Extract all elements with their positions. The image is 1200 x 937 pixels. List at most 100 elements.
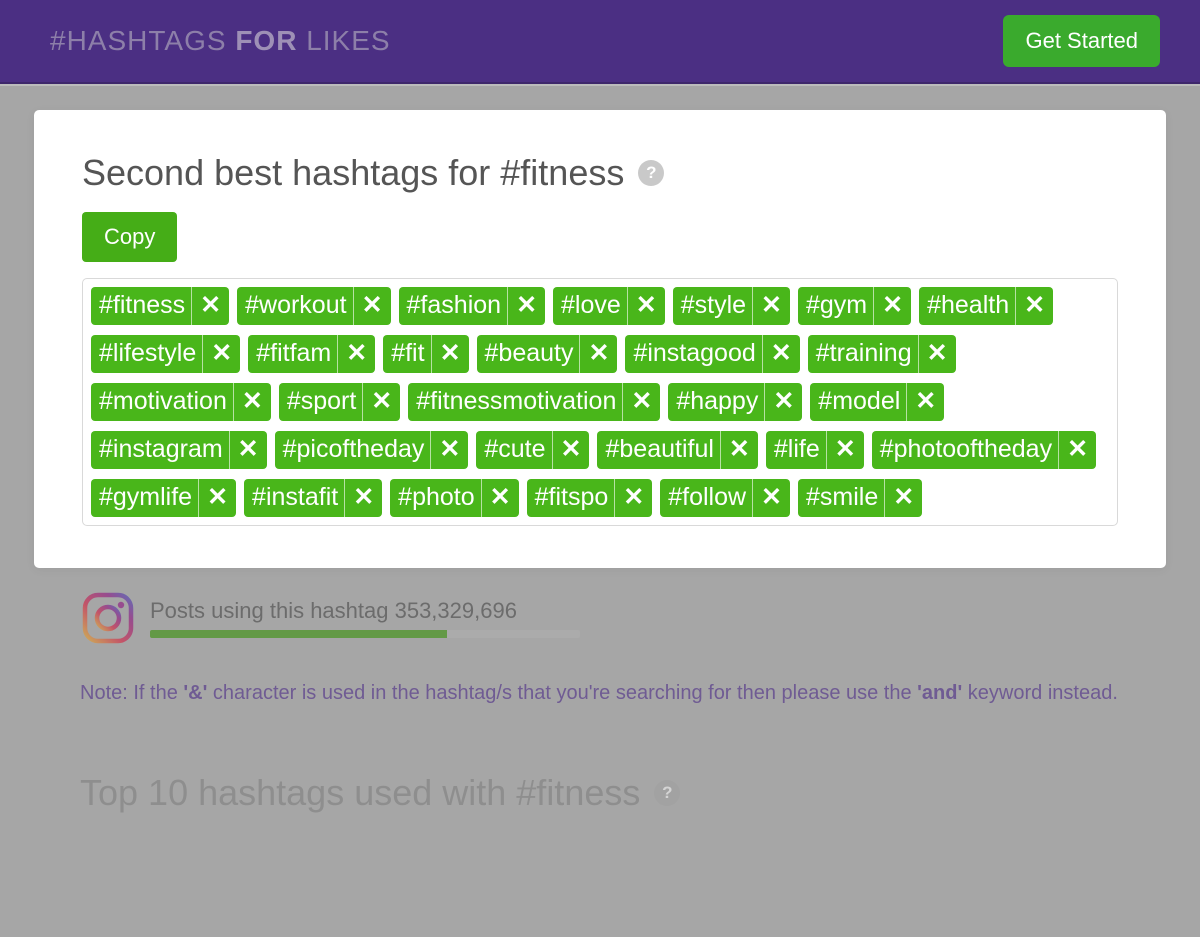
remove-icon[interactable]: ✕ [344, 479, 382, 517]
tag-box: #fitness✕#workout✕#fashion✕#love✕#style✕… [82, 278, 1118, 526]
hashtag-pill[interactable]: #happy✕ [668, 383, 802, 421]
note-p2: character is used in the hashtag/s that … [207, 682, 917, 704]
remove-icon[interactable]: ✕ [906, 383, 944, 421]
logo-prefix: #HASHTAGS [50, 25, 235, 56]
hashtag-label: #instagram [91, 431, 229, 469]
hashtag-label: #gym [798, 287, 873, 325]
hashtag-label: #follow [660, 479, 752, 517]
remove-icon[interactable]: ✕ [1015, 287, 1053, 325]
remove-icon[interactable]: ✕ [229, 431, 267, 469]
remove-icon[interactable]: ✕ [431, 335, 469, 373]
hashtag-pill[interactable]: #beautiful✕ [597, 431, 757, 469]
hashtag-label: #workout [237, 287, 352, 325]
remove-icon[interactable]: ✕ [481, 479, 519, 517]
hashtag-pill[interactable]: #style✕ [673, 287, 790, 325]
hashtag-pill[interactable]: #gym✕ [798, 287, 911, 325]
hashtag-pill[interactable]: #workout✕ [237, 287, 390, 325]
hashtag-pill[interactable]: #training✕ [808, 335, 956, 373]
posts-row: Posts using this hashtag 353,329,696 [80, 590, 1200, 646]
remove-icon[interactable]: ✕ [233, 383, 271, 421]
remove-icon[interactable]: ✕ [918, 335, 956, 373]
remove-icon[interactable]: ✕ [198, 479, 236, 517]
tag-list: #fitness✕#workout✕#fashion✕#love✕#style✕… [91, 287, 1109, 521]
remove-icon[interactable]: ✕ [720, 431, 758, 469]
note-b1: '&' [183, 682, 207, 704]
hashtag-pill[interactable]: #picoftheday✕ [275, 431, 469, 469]
remove-icon[interactable]: ✕ [362, 383, 400, 421]
hashtag-pill[interactable]: #fitfam✕ [248, 335, 375, 373]
hashtag-pill[interactable]: #instagood✕ [625, 335, 799, 373]
remove-icon[interactable]: ✕ [622, 383, 660, 421]
hashtag-pill[interactable]: #photooftheday✕ [872, 431, 1096, 469]
remove-icon[interactable]: ✕ [430, 431, 468, 469]
hashtag-label: #fitspo [527, 479, 615, 517]
remove-icon[interactable]: ✕ [552, 431, 590, 469]
hashtag-pill[interactable]: #health✕ [919, 287, 1053, 325]
remove-icon[interactable]: ✕ [337, 335, 375, 373]
help-icon[interactable]: ? [638, 160, 664, 186]
copy-button[interactable]: Copy [82, 212, 177, 262]
remove-icon[interactable]: ✕ [764, 383, 802, 421]
hashtag-label: #beautiful [597, 431, 719, 469]
hashtag-label: #gymlife [91, 479, 198, 517]
hashtag-label: #instagood [625, 335, 761, 373]
remove-icon[interactable]: ✕ [752, 287, 790, 325]
hashtag-label: #picoftheday [275, 431, 431, 469]
hashtag-pill[interactable]: #sport✕ [279, 383, 400, 421]
remove-icon[interactable]: ✕ [614, 479, 652, 517]
hashtag-label: #fashion [399, 287, 508, 325]
hashtag-label: #life [766, 431, 826, 469]
hashtag-card: Second best hashtags for #fitness ? Copy… [34, 110, 1166, 568]
hashtag-pill[interactable]: #fit✕ [383, 335, 468, 373]
hashtag-label: #sport [279, 383, 362, 421]
hashtag-pill[interactable]: #motivation✕ [91, 383, 271, 421]
note-text: Note: If the '&' character is used in th… [80, 676, 1120, 710]
hashtag-label: #fitnessmotivation [408, 383, 622, 421]
hashtag-pill[interactable]: #cute✕ [476, 431, 589, 469]
remove-icon[interactable]: ✕ [507, 287, 545, 325]
hashtag-label: #smile [798, 479, 884, 517]
hashtag-pill[interactable]: #fitnessmotivation✕ [408, 383, 660, 421]
remove-icon[interactable]: ✕ [627, 287, 665, 325]
note-b2: 'and' [917, 682, 962, 704]
get-started-button[interactable]: Get Started [1003, 15, 1160, 67]
hashtag-pill[interactable]: #instagram✕ [91, 431, 267, 469]
hashtag-pill[interactable]: #fashion✕ [399, 287, 545, 325]
remove-icon[interactable]: ✕ [353, 287, 391, 325]
hashtag-label: #happy [668, 383, 764, 421]
remove-icon[interactable]: ✕ [579, 335, 617, 373]
hashtag-label: #lifestyle [91, 335, 202, 373]
logo[interactable]: #HASHTAGS FOR LIKES [50, 25, 391, 57]
remove-icon[interactable]: ✕ [1058, 431, 1096, 469]
hashtag-pill[interactable]: #instafit✕ [244, 479, 382, 517]
hashtag-pill[interactable]: #beauty✕ [477, 335, 618, 373]
section-top10-title: Top 10 hashtags used with #fitness ? [80, 772, 1200, 814]
hashtag-pill[interactable]: #model✕ [810, 383, 944, 421]
note-p1: Note: If the [80, 682, 183, 704]
logo-suffix: LIKES [297, 25, 390, 56]
remove-icon[interactable]: ✕ [191, 287, 229, 325]
remove-icon[interactable]: ✕ [202, 335, 240, 373]
hashtag-label: #model [810, 383, 906, 421]
posts-label: Posts using this hashtag [150, 598, 395, 623]
remove-icon[interactable]: ✕ [873, 287, 911, 325]
hashtag-pill[interactable]: #life✕ [766, 431, 864, 469]
hashtag-pill[interactable]: #love✕ [553, 287, 665, 325]
header: #HASHTAGS FOR LIKES Get Started [0, 0, 1200, 84]
posts-text: Posts using this hashtag 353,329,696 [150, 598, 580, 624]
hashtag-label: #beauty [477, 335, 580, 373]
hashtag-pill[interactable]: #follow✕ [660, 479, 790, 517]
help-icon[interactable]: ? [654, 780, 680, 806]
hashtag-pill[interactable]: #lifestyle✕ [91, 335, 240, 373]
hashtag-pill[interactable]: #gymlife✕ [91, 479, 236, 517]
hashtag-label: #photooftheday [872, 431, 1058, 469]
remove-icon[interactable]: ✕ [762, 335, 800, 373]
remove-icon[interactable]: ✕ [752, 479, 790, 517]
section-top10-text: Top 10 hashtags used with #fitness [80, 772, 640, 814]
hashtag-pill[interactable]: #photo✕ [390, 479, 518, 517]
remove-icon[interactable]: ✕ [884, 479, 922, 517]
remove-icon[interactable]: ✕ [826, 431, 864, 469]
hashtag-pill[interactable]: #fitness✕ [91, 287, 229, 325]
hashtag-pill[interactable]: #fitspo✕ [527, 479, 653, 517]
hashtag-pill[interactable]: #smile✕ [798, 479, 922, 517]
